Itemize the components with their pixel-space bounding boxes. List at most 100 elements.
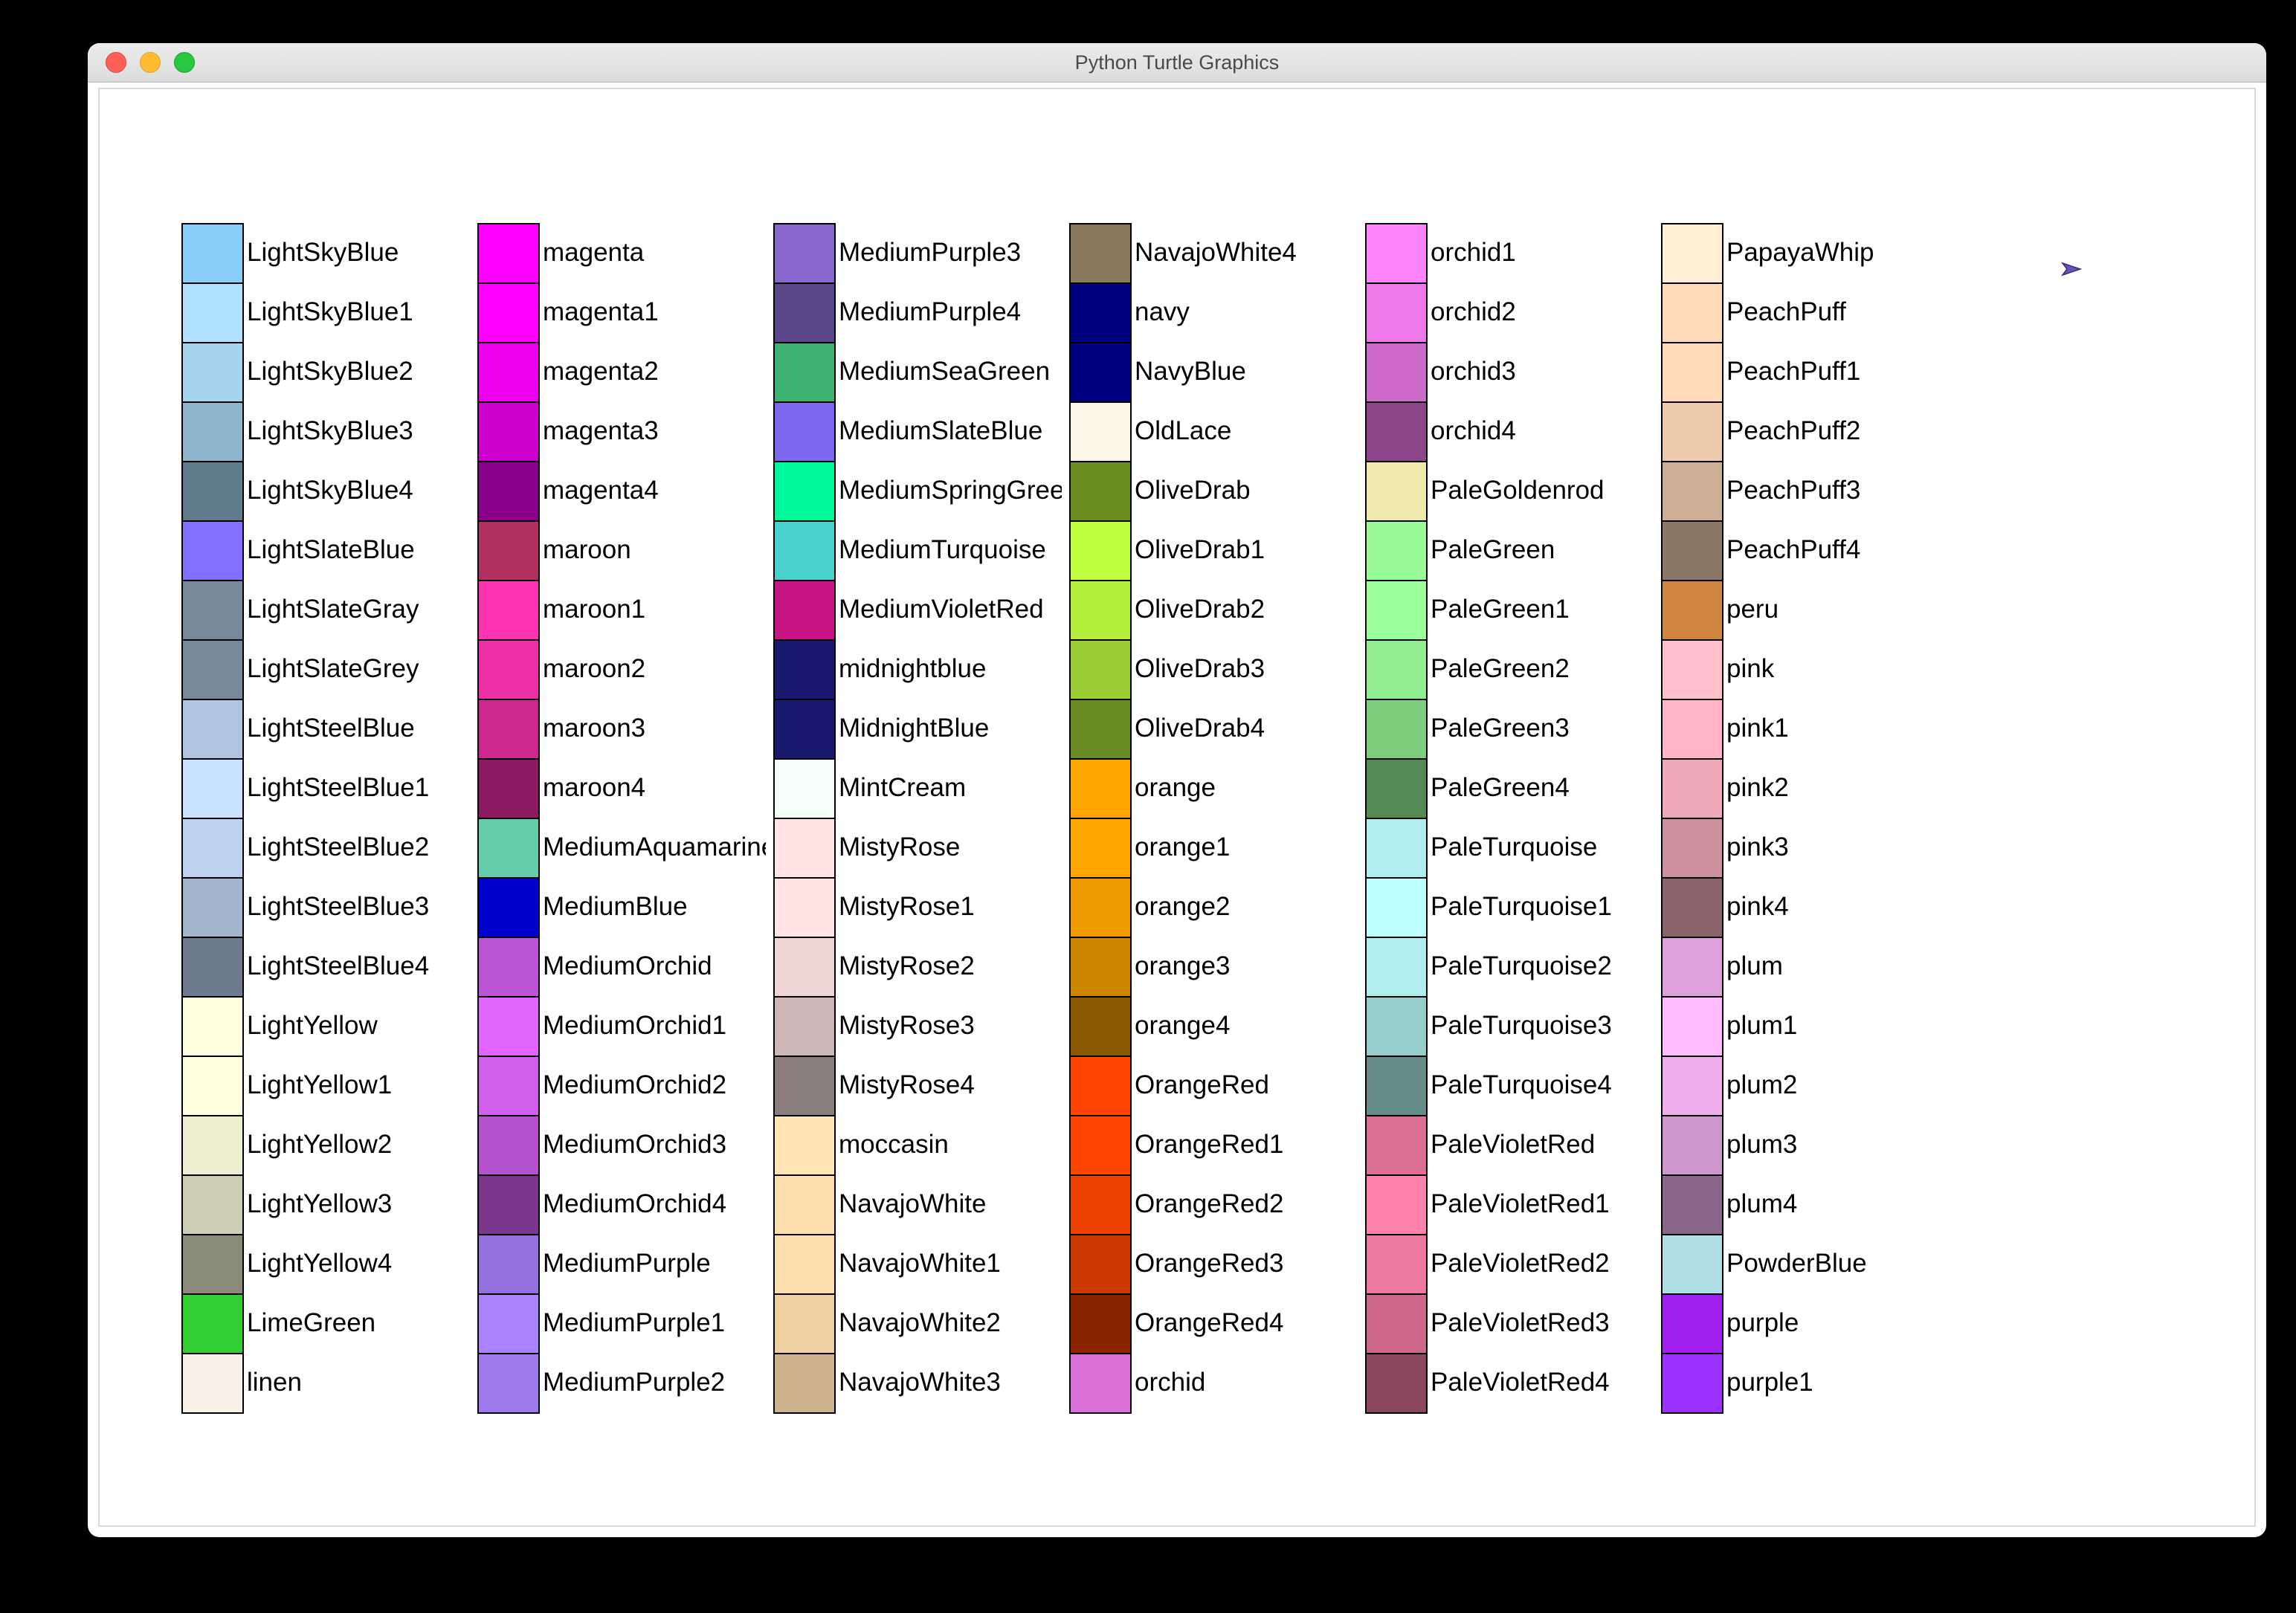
color-label: magenta2: [540, 342, 766, 401]
color-label: magenta: [540, 223, 766, 282]
color-label: LightSlateBlue: [244, 520, 429, 580]
color-swatch: [183, 998, 242, 1057]
color-label: MistyRose: [836, 818, 1062, 877]
color-label: MediumAquamarine: [540, 818, 766, 877]
color-label: NavyBlue: [1132, 342, 1297, 401]
color-swatch: [1663, 522, 1722, 581]
color-label: magenta3: [540, 401, 766, 461]
color-swatch: [1071, 760, 1130, 819]
color-label: PeachPuff3: [1723, 461, 1874, 520]
color-label: orange2: [1132, 877, 1297, 937]
zoom-icon[interactable]: [174, 52, 195, 73]
color-label: PaleVioletRed2: [1428, 1234, 1612, 1293]
color-label: orange1: [1132, 818, 1297, 877]
color-swatch: [1071, 1176, 1130, 1235]
color-label: MediumVioletRed: [836, 580, 1062, 639]
color-swatch: [1367, 760, 1426, 819]
color-swatch: [775, 224, 834, 284]
color-swatch: [479, 1057, 538, 1116]
color-label: LightSteelBlue2: [244, 818, 429, 877]
color-swatch: [479, 522, 538, 581]
color-swatch: [1663, 998, 1722, 1057]
color-column: LightSkyBlueLightSkyBlue1LightSkyBlue2Li…: [181, 223, 477, 1414]
color-swatch: [775, 700, 834, 760]
color-swatch: [775, 284, 834, 343]
window-title: Python Turtle Graphics: [1075, 51, 1280, 74]
color-label: PaleTurquoise: [1428, 818, 1612, 877]
color-swatch: [1663, 1354, 1722, 1414]
color-swatch: [1071, 1116, 1130, 1176]
turtle-canvas: LightSkyBlueLightSkyBlue1LightSkyBlue2Li…: [98, 88, 2256, 1527]
color-swatch: [1071, 879, 1130, 938]
color-label: PaleVioletRed4: [1428, 1353, 1612, 1412]
color-swatch: [183, 343, 242, 403]
color-label: LightYellow: [244, 996, 429, 1056]
color-label: PowderBlue: [1723, 1234, 1874, 1293]
color-swatch: [775, 819, 834, 879]
color-label: moccasin: [836, 1115, 1062, 1174]
color-label: orange4: [1132, 996, 1297, 1056]
color-label: LightSteelBlue1: [244, 758, 429, 818]
color-swatch: [1663, 403, 1722, 462]
color-swatch: [1071, 998, 1130, 1057]
color-swatch: [183, 1057, 242, 1116]
color-swatch: [1071, 403, 1130, 462]
color-label: PeachPuff1: [1723, 342, 1874, 401]
color-label: PeachPuff2: [1723, 401, 1874, 461]
color-swatch: [183, 819, 242, 879]
color-label: MediumOrchid2: [540, 1056, 766, 1115]
color-swatch: [1071, 1295, 1130, 1354]
color-label: LightYellow4: [244, 1234, 429, 1293]
color-label: linen: [244, 1353, 429, 1412]
minimize-icon[interactable]: [140, 52, 161, 73]
color-swatch: [1663, 1116, 1722, 1176]
color-swatch: [1663, 224, 1722, 284]
window-controls: [88, 52, 195, 73]
color-swatch: [183, 760, 242, 819]
color-label: orchid2: [1428, 282, 1612, 342]
color-label: MediumSpringGreen: [836, 461, 1062, 520]
color-swatch: [1367, 403, 1426, 462]
color-swatch: [775, 1235, 834, 1295]
color-label: MediumPurple1: [540, 1293, 766, 1353]
color-label: maroon2: [540, 639, 766, 699]
color-swatch: [775, 1116, 834, 1176]
color-swatch: [1367, 641, 1426, 700]
color-column: orchid1orchid2orchid3orchid4PaleGoldenro…: [1365, 223, 1661, 1414]
color-label: pink3: [1723, 818, 1874, 877]
color-label: MistyRose1: [836, 877, 1062, 937]
color-swatch: [1071, 1057, 1130, 1116]
close-icon[interactable]: [106, 52, 126, 73]
color-swatch: [479, 284, 538, 343]
color-swatch: [775, 879, 834, 938]
color-label: MediumTurquoise: [836, 520, 1062, 580]
color-label: plum3: [1723, 1115, 1874, 1174]
color-label: NavajoWhite1: [836, 1234, 1062, 1293]
color-label: MediumPurple: [540, 1234, 766, 1293]
color-column: NavajoWhite4navyNavyBlueOldLaceOliveDrab…: [1069, 223, 1365, 1414]
color-swatch: [183, 1235, 242, 1295]
color-swatch: [1071, 938, 1130, 998]
color-swatch: [183, 581, 242, 641]
color-label: NavajoWhite3: [836, 1353, 1062, 1412]
color-label: OrangeRed2: [1132, 1174, 1297, 1234]
color-label: MediumBlue: [540, 877, 766, 937]
color-swatch: [479, 343, 538, 403]
color-swatch: [479, 938, 538, 998]
color-label: LightSkyBlue: [244, 223, 429, 282]
color-label: MistyRose3: [836, 996, 1062, 1056]
color-swatch: [1663, 1235, 1722, 1295]
color-label: NavajoWhite4: [1132, 223, 1297, 282]
swatch-stack: [477, 223, 540, 1414]
color-label: PaleVioletRed1: [1428, 1174, 1612, 1234]
color-swatch: [1367, 224, 1426, 284]
color-swatch: [183, 641, 242, 700]
color-swatch: [183, 700, 242, 760]
color-swatch: [479, 641, 538, 700]
color-label: pink4: [1723, 877, 1874, 937]
color-swatch: [1663, 284, 1722, 343]
color-chart: LightSkyBlueLightSkyBlue1LightSkyBlue2Li…: [181, 223, 1957, 1414]
color-swatch: [183, 1176, 242, 1235]
color-label: LightSkyBlue4: [244, 461, 429, 520]
color-label: MediumSlateBlue: [836, 401, 1062, 461]
